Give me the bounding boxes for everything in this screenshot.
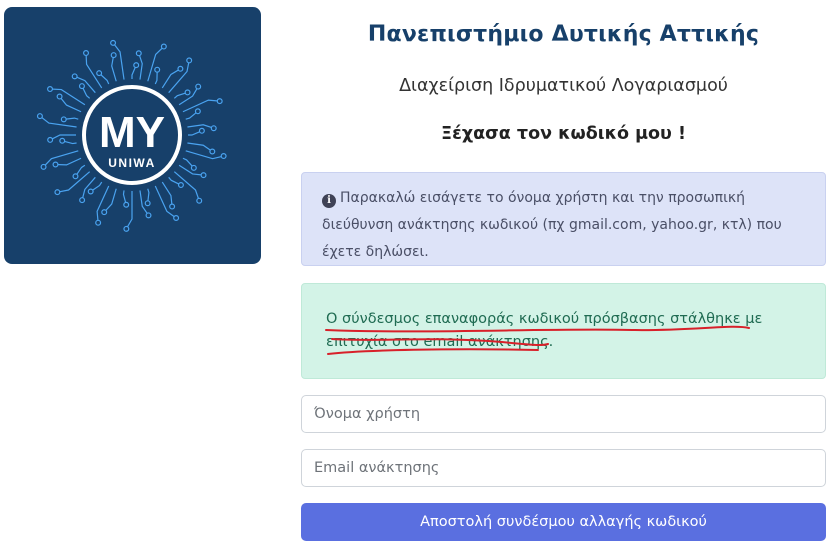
circuit-trace — [81, 176, 96, 201]
circuit-trace — [173, 171, 200, 201]
circuit-node — [209, 148, 216, 155]
circuit-node — [177, 182, 184, 189]
circuit-node — [216, 98, 223, 105]
circuit-node — [79, 197, 86, 204]
circuit-node — [145, 212, 152, 219]
circuit-node — [200, 172, 207, 179]
circuit-node — [123, 201, 130, 208]
uniwa-logo: MY UNIWA — [4, 7, 261, 264]
circuit-node — [54, 189, 61, 196]
circuit-node — [123, 225, 130, 232]
page-subtitle: Διαχείριση Ιδρυματικού Λογαριασμού — [399, 76, 728, 96]
circuit-node — [95, 219, 102, 226]
circuit-logo-graphic: MY UNIWA — [36, 39, 227, 232]
circuit-trace — [187, 142, 213, 153]
info-alert: i Παρακαλώ εισάγετε το όνομα χρήστη και τ… — [301, 172, 826, 266]
circuit-node — [47, 136, 54, 143]
circuit-trace — [111, 54, 117, 82]
circuit-node — [135, 50, 142, 57]
circuit-node — [71, 73, 78, 80]
circuit-node — [177, 65, 184, 72]
circuit-node — [160, 43, 167, 50]
circuit-trace — [39, 115, 77, 128]
circuit-node — [101, 209, 108, 216]
page-title: Ξέχασα τον κωδικό μου ! — [441, 124, 686, 144]
circuit-trace — [187, 124, 214, 129]
circuit-trace — [161, 68, 181, 89]
send-reset-link-button[interactable]: Αποστολή συνδέσμου αλλαγής κωδικού — [301, 503, 826, 541]
circuit-node — [144, 200, 151, 207]
circuit-node — [83, 50, 90, 57]
circuit-trace — [161, 181, 173, 207]
success-alert: Ο σύνδεσμος επαναφοράς κωδικού πρόσβασης… — [301, 283, 826, 379]
circuit-node — [210, 125, 217, 132]
circuit-node — [59, 137, 66, 144]
circuit-trace — [185, 150, 224, 160]
circuit-node — [154, 66, 161, 73]
circuit-node — [190, 164, 197, 171]
circuit-trace — [168, 60, 190, 94]
circuit-node — [56, 93, 63, 100]
circuit-node — [40, 163, 47, 170]
circuit-trace — [147, 46, 165, 82]
circuit-node — [220, 153, 227, 160]
circuit-node — [87, 188, 94, 195]
circuit-node — [47, 86, 54, 93]
circuit-node — [186, 57, 193, 64]
circuit-node — [184, 89, 191, 96]
circuit-node — [96, 70, 103, 77]
circuit-node — [169, 203, 176, 210]
circuit-node — [52, 161, 59, 168]
circuit-trace — [59, 96, 82, 113]
recovery-email-input[interactable] — [301, 449, 826, 487]
circuit-trace — [49, 88, 86, 106]
circuit-node — [194, 108, 201, 115]
circuit-trace — [178, 86, 199, 106]
circuit-node — [195, 83, 202, 90]
circuit-trace — [96, 185, 110, 223]
circuit-node — [196, 197, 203, 204]
circuit-trace — [55, 157, 82, 166]
username-input[interactable] — [301, 395, 826, 433]
circuit-node — [173, 215, 180, 222]
logo-text-sub: UNIWA — [108, 156, 156, 170]
red-underline-annotation — [325, 325, 750, 355]
university-name: Πανεπιστήμιο Δυτικής Αττικής — [367, 22, 760, 47]
info-alert-text: Παρακαλώ εισάγετε το όνομα χρήστη και τη… — [322, 190, 782, 260]
circuit-node — [133, 62, 140, 69]
circuit-node — [36, 113, 43, 120]
circuit-trace — [125, 191, 133, 230]
circuit-node — [60, 116, 67, 123]
info-circle-icon: i — [322, 194, 336, 208]
circuit-node — [110, 39, 117, 46]
circuit-node — [78, 83, 85, 90]
circuit-trace — [154, 185, 177, 219]
circuit-node — [198, 127, 205, 134]
circuit-trace — [74, 75, 96, 94]
success-alert-text: Ο σύνδεσμος επαναφοράς κωδικού πρόσβασης… — [326, 311, 763, 350]
circuit-trace — [138, 53, 143, 80]
logo-text-main: MY — [99, 108, 165, 157]
circuit-node — [72, 173, 79, 180]
circuit-node — [110, 52, 117, 59]
circuit-trace — [182, 99, 220, 113]
